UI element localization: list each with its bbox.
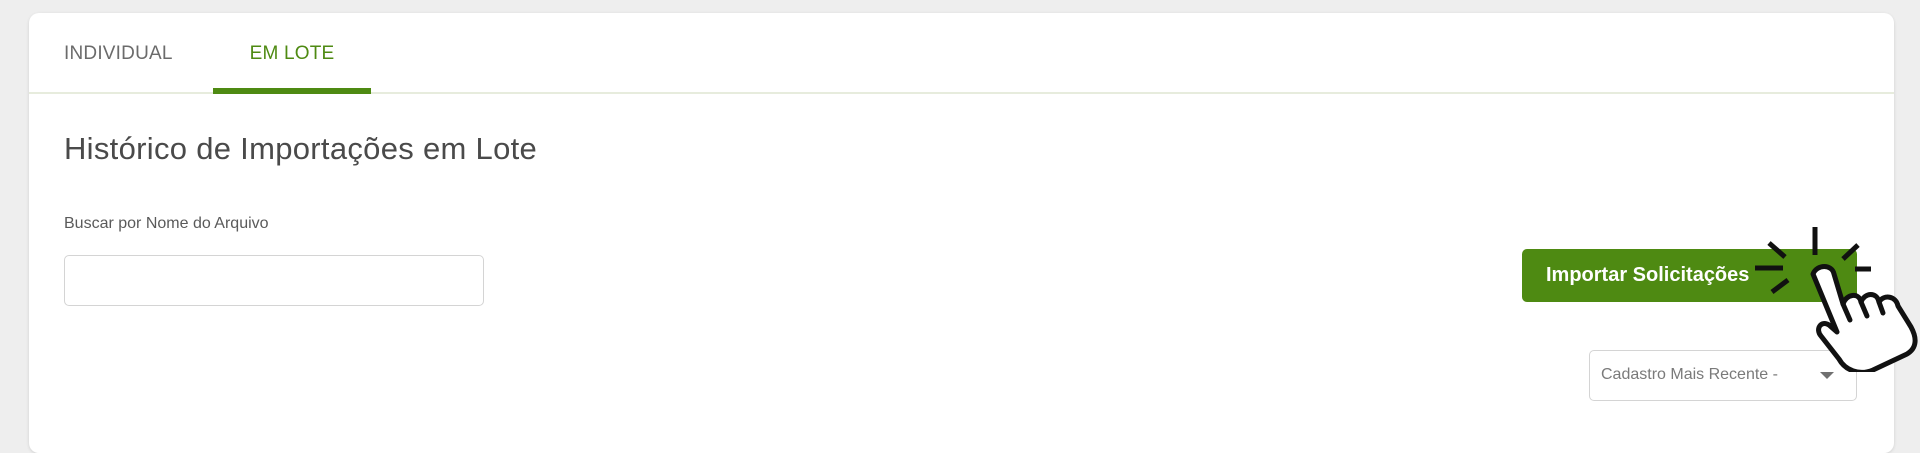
- main-card: INDIVIDUAL EM LOTE Histórico de Importaç…: [29, 13, 1894, 453]
- page-title: Histórico de Importações em Lote: [64, 131, 538, 166]
- caret-down-icon: [1820, 372, 1834, 379]
- tab-em-lote[interactable]: EM LOTE: [213, 43, 371, 94]
- tab-bar: INDIVIDUAL EM LOTE: [29, 13, 1894, 94]
- search-input[interactable]: [64, 255, 484, 306]
- tab-individual[interactable]: INDIVIDUAL: [64, 43, 173, 92]
- click-hand-icon: [1755, 227, 1918, 372]
- search-label: Buscar por Nome do Arquivo: [64, 215, 269, 232]
